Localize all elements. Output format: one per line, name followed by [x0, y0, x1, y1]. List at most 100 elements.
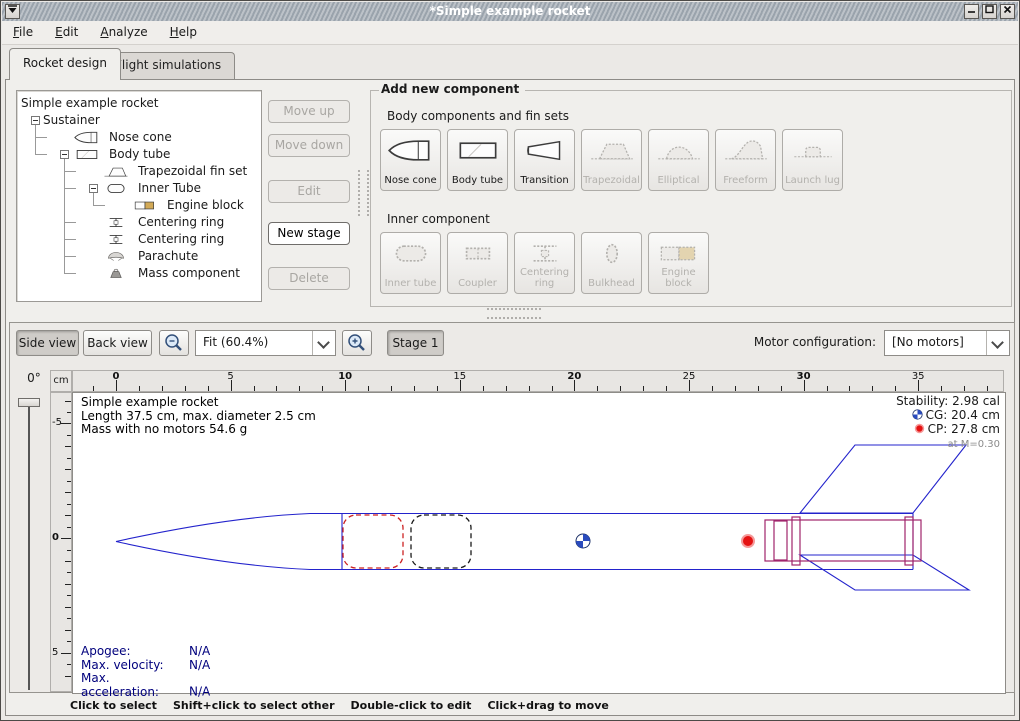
ruler-tick [529, 386, 530, 391]
motor-combo-arrow[interactable] [986, 331, 1009, 355]
add-centering-ring-button[interactable]: Centering ring [514, 232, 575, 294]
cg-label: CG: [926, 408, 948, 422]
tree-item-centering-ring[interactable]: Centering ring [17, 214, 261, 231]
add-nose-cone-button[interactable]: Nose cone [380, 129, 441, 191]
close-button[interactable] [1000, 4, 1015, 19]
add-launch-lug-button[interactable]: Launch lug [782, 129, 843, 191]
add-body-tube-button[interactable]: Body tube [447, 129, 508, 191]
section-body-components-label: Body components and fin sets [387, 109, 569, 123]
ruler-tick [61, 538, 71, 539]
add-engine-block-button[interactable]: Engine block [648, 232, 709, 294]
section-inner-component-label: Inner component [387, 212, 490, 226]
tree-item-nose-cone[interactable]: Nose cone [17, 129, 261, 146]
ruler-tick [437, 386, 438, 391]
add-inner-tube-button[interactable]: Inner tube [380, 232, 441, 294]
tab-flight-simulations[interactable]: Flight simulations [101, 52, 235, 80]
rocket-dimensions: Length 37.5 cm, max. diameter 2.5 cm [81, 410, 316, 424]
ruler-tick [506, 386, 507, 391]
zoom-out-button[interactable] [159, 330, 189, 356]
motor-configuration-combobox[interactable]: [No motors] [884, 330, 1010, 356]
apogee-value: N/A [189, 644, 210, 658]
inner-tube-icon [381, 240, 440, 270]
ruler-tick [65, 676, 71, 677]
tree-item-label: Inner Tube [138, 181, 201, 195]
tree-item-mass-component[interactable]: Mass component [17, 265, 261, 282]
rocket-drawing [73, 393, 1005, 693]
component-button-label: Freeform [717, 176, 774, 187]
add-elliptical-button[interactable]: Elliptical [648, 129, 709, 191]
rotation-slider-track [28, 406, 30, 690]
centering-ring-icon [515, 240, 574, 270]
fin-top [800, 445, 966, 513]
add-freeform-button[interactable]: Freeform [715, 129, 776, 191]
tree-item-label: Simple example rocket [21, 96, 158, 110]
zoom-in-icon [346, 332, 368, 354]
stage-1-toggle[interactable]: Stage 1 [387, 330, 444, 356]
zoom-in-button[interactable] [342, 330, 372, 356]
cg-value: 20.4 cm [951, 408, 1000, 422]
ruler-tick [712, 386, 713, 391]
tree-item-engine-block[interactable]: Engine block [17, 197, 261, 214]
add-transition-button[interactable]: Transition [514, 129, 575, 191]
ruler-tick [65, 630, 71, 631]
tree-connector-line [64, 222, 76, 223]
tab-rocket-design[interactable]: Rocket design [9, 48, 121, 80]
component-tree[interactable]: Simple example rocket SustainerNose coneB… [16, 90, 262, 302]
tree-item-trapezoidal-fin-set[interactable]: Trapezoidal fin set [17, 163, 261, 180]
tree-expander-icon[interactable] [89, 184, 98, 193]
rotation-slider-handle[interactable] [18, 398, 40, 407]
tree-expander-icon[interactable] [31, 116, 40, 125]
vertical-ruler: -505 [50, 392, 72, 692]
add-trapezoidal-button[interactable]: Trapezoidal [581, 129, 642, 191]
maximize-button[interactable] [982, 4, 997, 19]
ruler-label: 5 [219, 371, 243, 382]
ruler-tick [322, 386, 323, 391]
tree-item-label: Trapezoidal fin set [138, 164, 247, 178]
rocket-name: Simple example rocket [81, 396, 316, 410]
minimize-button[interactable] [964, 4, 979, 19]
motor-configuration-label: Motor configuration: [610, 335, 876, 349]
tree-item-inner-tube[interactable]: Inner Tube [17, 180, 261, 197]
tree-item-label: Centering ring [138, 232, 224, 246]
tree-expander-icon[interactable] [60, 150, 69, 159]
menu-file[interactable]: File [2, 21, 44, 44]
vertical-splitter-grip[interactable] [358, 170, 369, 216]
add-coupler-button[interactable]: Coupler [447, 232, 508, 294]
ruler-tick [67, 481, 71, 482]
rocket-figure-canvas[interactable]: Simple example rocket Length 37.5 cm, ma… [72, 392, 1006, 694]
tree-item-parachute[interactable]: Parachute [17, 248, 261, 265]
tree-item-simple-example-rocket[interactable]: Simple example rocket [17, 95, 261, 112]
tree-connector-line [35, 137, 47, 138]
ruler-tick [67, 618, 71, 619]
delete-button[interactable]: Delete [268, 267, 350, 290]
move-down-button[interactable]: Move down [268, 134, 350, 157]
ruler-tick [299, 386, 300, 391]
minimize-icon [967, 5, 976, 14]
tree-item-sustainer[interactable]: Sustainer [17, 112, 261, 129]
tree-item-body-tube[interactable]: Body tube [17, 146, 261, 163]
menu-edit[interactable]: Edit [44, 21, 89, 44]
ruler-tick [67, 641, 71, 642]
fin-bottom [800, 555, 969, 590]
ruler-tick [67, 504, 71, 505]
new-stage-button[interactable]: New stage [268, 222, 350, 245]
side-view-button[interactable]: Side view [16, 330, 79, 356]
menu-analyze[interactable]: Analyze [89, 21, 158, 44]
zoom-level-combobox[interactable]: Fit (60.4%) [195, 330, 336, 356]
add-bulkhead-button[interactable]: Bulkhead [581, 232, 642, 294]
title-bar[interactable]: *Simple example rocket [2, 2, 1018, 22]
edit-button[interactable]: Edit [268, 180, 350, 203]
horizontal-splitter-grip[interactable] [487, 308, 541, 319]
ruler-tick [61, 653, 71, 654]
move-up-button[interactable]: Move up [268, 100, 350, 123]
menu-help[interactable]: Help [159, 21, 208, 44]
back-view-button[interactable]: Back view [83, 330, 152, 356]
figure-panel: Side view Back view Fit (60.4%) [9, 322, 1015, 693]
add-component-group: Add new component Body components and fi… [370, 90, 1012, 307]
tree-connector-line [93, 193, 94, 205]
tree-item-label: Mass component [138, 266, 240, 280]
ruler-tick [781, 386, 782, 391]
tree-item-centering-ring[interactable]: Centering ring [17, 231, 261, 248]
zoom-combo-arrow[interactable] [312, 331, 335, 355]
fin-freeform-icon [716, 137, 775, 167]
